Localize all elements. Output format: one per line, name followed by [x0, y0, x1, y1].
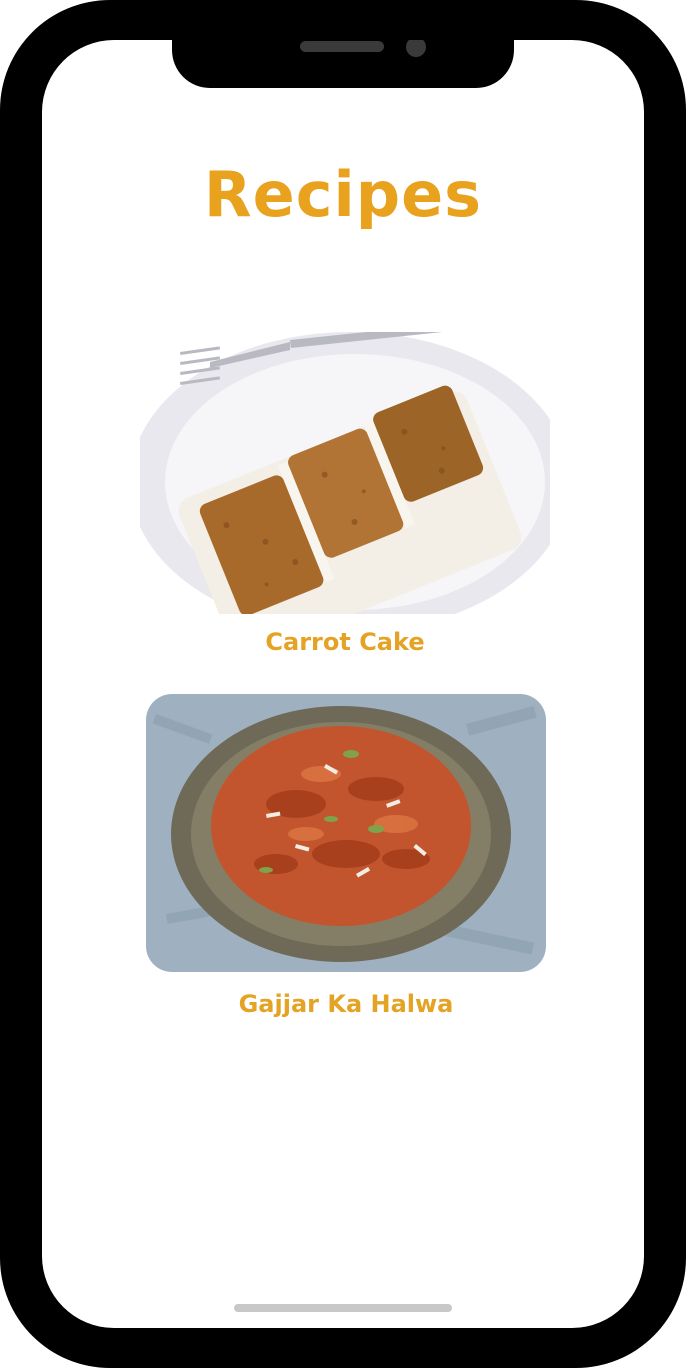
recipe-card-gajjar-ka-halwa[interactable]: Gajjar Ka Halwa [146, 694, 546, 1034]
front-camera [406, 40, 426, 57]
recipe-image-carrot-cake[interactable] [140, 332, 550, 614]
recipe-name[interactable]: Carrot Cake [140, 628, 550, 656]
page-title: Recipes [203, 158, 483, 231]
recipe-card-carrot-cake[interactable]: Carrot Cake [140, 332, 550, 672]
home-indicator[interactable] [234, 1304, 452, 1312]
recipe-image-gajjar-ka-halwa[interactable] [146, 694, 546, 972]
carrot-cake-image [140, 332, 550, 614]
phone-screen: Recipes Carrot Cake Gajjar Ka Halwa [42, 40, 644, 1328]
phone-frame: Recipes Carrot Cake Gajjar Ka Halwa [0, 0, 686, 1368]
gajjar-ka-halwa-image [146, 694, 546, 972]
notch [172, 40, 514, 88]
speaker-grille [300, 41, 384, 52]
recipe-name[interactable]: Gajjar Ka Halwa [146, 990, 546, 1018]
